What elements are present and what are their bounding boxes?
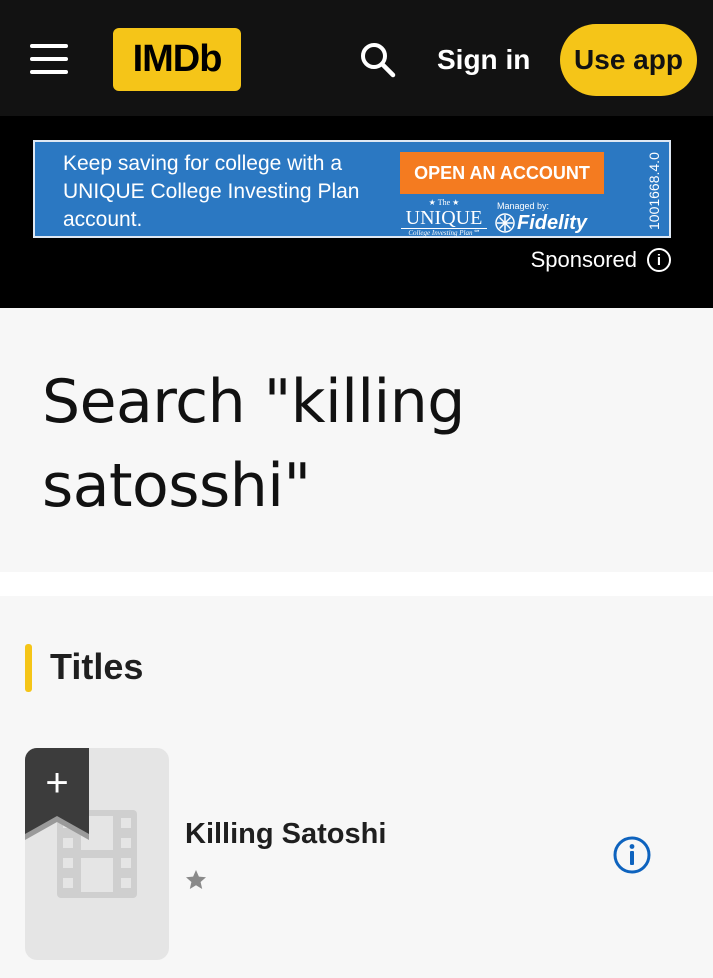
fidelity-logo: Managed by: Fidelity	[495, 200, 605, 236]
sponsored-text: Sponsored	[530, 247, 637, 272]
fidelity-burst-icon	[495, 213, 515, 233]
unique-logo-sub: College Investing Plan℠	[408, 229, 480, 237]
search-icon[interactable]	[358, 40, 398, 80]
menu-icon[interactable]	[30, 44, 68, 74]
search-header: Search "killing satosshi"	[0, 308, 713, 572]
add-to-watchlist-button[interactable]: +	[25, 748, 89, 840]
titles-section: Titles + Killing Satoshi	[0, 596, 713, 978]
sponsored-label[interactable]: Sponsored i	[531, 246, 671, 274]
sponsored-ad-banner[interactable]: Keep saving for college with a UNIQUE Co…	[33, 140, 671, 238]
sign-in-link[interactable]: Sign in	[437, 40, 530, 80]
result-title[interactable]: Killing Satoshi	[185, 814, 386, 854]
open-account-button[interactable]: OPEN AN ACCOUNT	[400, 152, 604, 194]
managed-by-label: Managed by:	[497, 201, 550, 211]
star-icon	[186, 870, 206, 889]
ad-container: Keep saving for college with a UNIQUE Co…	[0, 116, 713, 308]
info-icon[interactable]: i	[647, 248, 671, 272]
title-poster-placeholder[interactable]: +	[25, 748, 169, 960]
info-icon-button[interactable]	[612, 835, 652, 875]
section-divider	[0, 572, 713, 596]
plus-icon: +	[45, 761, 69, 805]
unique-logo-main: UNIQUE	[401, 208, 487, 229]
ad-text: Keep saving for college with a UNIQUE Co…	[63, 152, 360, 231]
section-heading: Titles	[50, 646, 144, 687]
fidelity-name: Fidelity	[517, 212, 588, 234]
page-title: Search "killing satosshi"	[42, 367, 465, 521]
top-nav-bar: IMDb Sign in Use app	[0, 0, 713, 116]
section-accent-bar	[25, 644, 32, 692]
use-app-button[interactable]: Use app	[560, 24, 697, 96]
unique-plan-logo: ★ The ★ UNIQUE College Investing Plan℠	[401, 198, 487, 237]
ad-code: 1001668.4.0	[646, 152, 662, 230]
imdb-logo[interactable]: IMDb	[113, 28, 241, 91]
